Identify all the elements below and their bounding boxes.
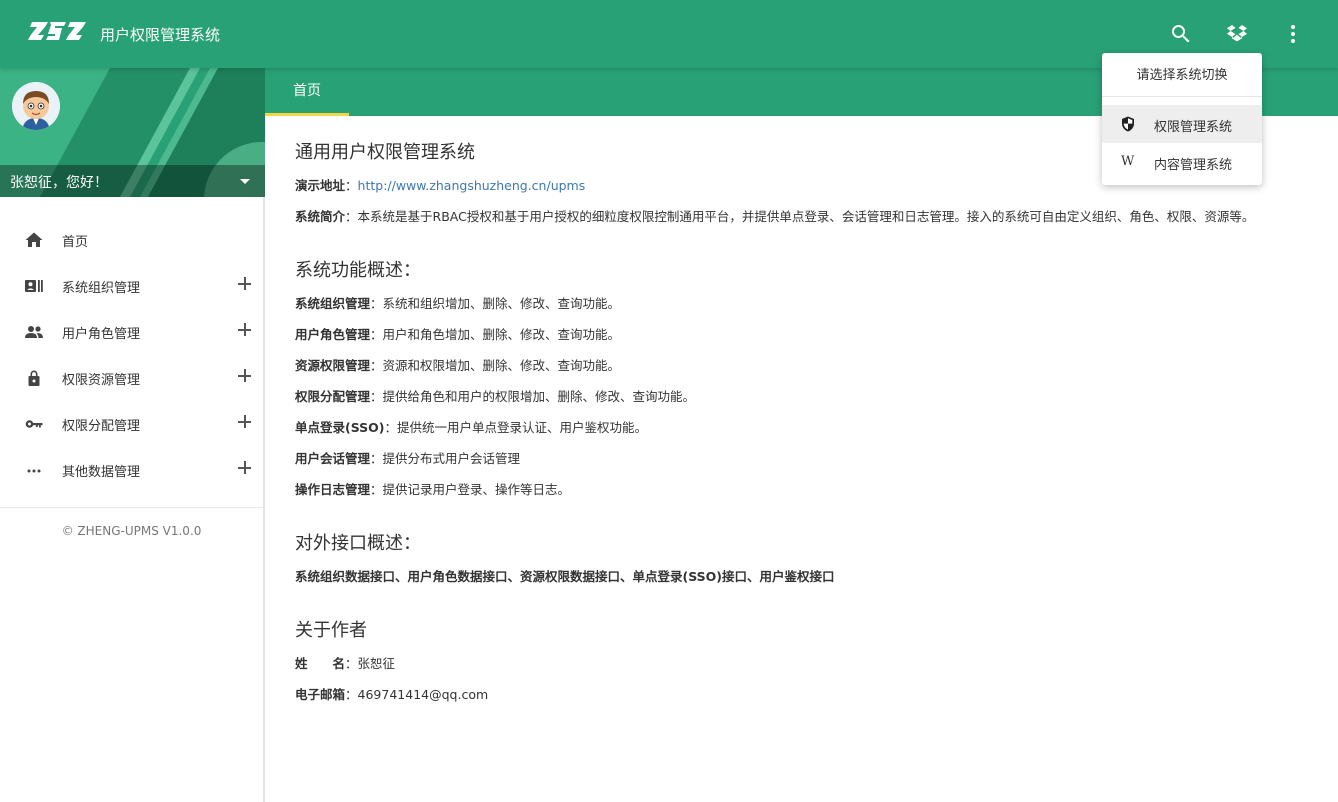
field-label: 演示地址 bbox=[295, 178, 346, 193]
feature-text: 提供记录用户登录、操作等日志。 bbox=[382, 482, 571, 497]
expand-plus-icon[interactable] bbox=[238, 461, 252, 475]
dropdown-item-upms[interactable]: 权限管理系统 bbox=[1102, 105, 1262, 143]
expand-plus-icon[interactable] bbox=[238, 369, 252, 383]
sidebar-item-label: 用户角色管理 bbox=[62, 327, 141, 342]
sidebar-item-label: 首页 bbox=[62, 235, 89, 250]
dropdown-item-label: 权限管理系统 bbox=[1154, 120, 1233, 135]
avatar[interactable] bbox=[12, 82, 60, 130]
org-card-icon bbox=[24, 277, 44, 295]
feature-line: 单点登录(SSO)：提供统一用户单点登录认证、用户鉴权功能。 bbox=[295, 412, 1325, 443]
demo-url-link[interactable]: http://www.zhangshuzheng.cn/upms bbox=[358, 178, 586, 193]
field-label: 电子邮箱 bbox=[295, 687, 346, 702]
sidebar-divider bbox=[0, 507, 263, 508]
sidebar: 张恕征，您好！ 首页 系统组织管理 用户角色管理 权限资源管理 权限分配管理 其… bbox=[0, 68, 265, 802]
author-email: 469741414@qq.com bbox=[357, 687, 489, 702]
features-heading: 系统功能概述： bbox=[295, 260, 421, 281]
separator: ： bbox=[370, 389, 383, 404]
separator: ： bbox=[370, 482, 383, 497]
copyright-text: © ZHENG-UPMS V1.0.0 bbox=[61, 524, 202, 538]
author-email-line: 电子邮箱：469741414@qq.com bbox=[295, 679, 1325, 710]
field-label: 系统组织管理 bbox=[295, 296, 371, 311]
feature-line: 资源权限管理：资源和权限增加、删除、修改、查询功能。 bbox=[295, 350, 1325, 381]
dropdown-item-cms[interactable]: W 内容管理系统 bbox=[1102, 143, 1262, 181]
field-label: 权限分配管理 bbox=[295, 389, 371, 404]
sidebar-item-label: 其他数据管理 bbox=[62, 465, 141, 480]
app-title: 用户权限管理系统 bbox=[100, 26, 221, 44]
separator: ： bbox=[370, 451, 383, 466]
sidebar-item-home[interactable]: 首页 bbox=[0, 217, 263, 263]
feature-text: 资源和权限增加、删除、修改、查询功能。 bbox=[382, 358, 621, 373]
sidebar-item-label: 权限资源管理 bbox=[62, 373, 141, 388]
dropdown-header: 请选择系统切换 bbox=[1102, 53, 1262, 97]
key-icon bbox=[24, 415, 44, 433]
sidebar-item-roles[interactable]: 用户角色管理 bbox=[0, 309, 263, 355]
people-icon bbox=[24, 323, 44, 341]
separator: ： bbox=[370, 358, 383, 373]
field-label: 用户会话管理 bbox=[295, 451, 371, 466]
feature-line: 系统组织管理：系统和组织增加、删除、修改、查询功能。 bbox=[295, 288, 1325, 319]
separator: ： bbox=[345, 178, 358, 193]
author-name: 张恕征 bbox=[357, 656, 396, 671]
more-vert-icon[interactable] bbox=[1281, 22, 1305, 46]
caret-down-icon bbox=[240, 179, 250, 184]
dropbox-icon[interactable] bbox=[1225, 22, 1249, 46]
author-name-line: 姓 名：张恕征 bbox=[295, 648, 1325, 679]
search-icon[interactable] bbox=[1169, 22, 1193, 46]
separator: ： bbox=[345, 209, 358, 224]
user-menu-toggle[interactable]: 张恕征，您好！ bbox=[0, 165, 265, 197]
separator: ： bbox=[345, 656, 358, 671]
tab-home[interactable]: 首页 bbox=[265, 68, 349, 116]
feature-text: 提供统一用户单点登录认证、用户鉴权功能。 bbox=[397, 420, 648, 435]
expand-plus-icon[interactable] bbox=[238, 415, 252, 429]
separator: ： bbox=[345, 687, 358, 702]
shield-icon bbox=[1121, 116, 1135, 132]
tab-home-label: 首页 bbox=[293, 83, 321, 99]
app-logo[interactable] bbox=[28, 22, 86, 44]
system-switch-dropdown: 请选择系统切换 权限管理系统 W 内容管理系统 bbox=[1102, 53, 1262, 185]
dropdown-item-label: 内容管理系统 bbox=[1154, 158, 1233, 173]
sidebar-item-permissions[interactable]: 权限分配管理 bbox=[0, 401, 263, 447]
feature-text: 提供分布式用户会话管理 bbox=[382, 451, 521, 466]
user-greeting: 张恕征，您好！ bbox=[10, 175, 108, 191]
feature-text: 提供给角色和用户的权限增加、删除、修改、查询功能。 bbox=[382, 389, 696, 404]
sidebar-item-resources[interactable]: 权限资源管理 bbox=[0, 355, 263, 401]
feature-line: 用户角色管理：用户和角色增加、删除、修改、查询功能。 bbox=[295, 319, 1325, 350]
api-list: 系统组织数据接口、用户角色数据接口、资源权限数据接口、单点登录(SSO)接口、用… bbox=[295, 569, 835, 584]
sidebar-item-label: 权限分配管理 bbox=[62, 419, 141, 434]
expand-plus-icon[interactable] bbox=[238, 323, 252, 337]
sidebar-menu: 首页 系统组织管理 用户角色管理 权限资源管理 权限分配管理 其他数据管理 bbox=[0, 197, 263, 493]
separator: ： bbox=[370, 296, 383, 311]
author-heading: 关于作者 bbox=[295, 620, 367, 641]
field-label: 系统简介 bbox=[295, 209, 346, 224]
feature-line: 操作日志管理：提供记录用户登录、操作等日志。 bbox=[295, 474, 1325, 505]
lock-icon bbox=[24, 369, 44, 387]
api-line: 系统组织数据接口、用户角色数据接口、资源权限数据接口、单点登录(SSO)接口、用… bbox=[295, 561, 1325, 592]
feature-text: 系统和组织增加、删除、修改、查询功能。 bbox=[382, 296, 621, 311]
field-label: 操作日志管理 bbox=[295, 482, 371, 497]
field-label: 单点登录(SSO) bbox=[295, 420, 385, 435]
field-label: 姓 名 bbox=[295, 656, 346, 671]
expand-plus-icon[interactable] bbox=[238, 277, 252, 291]
intro-text: 本系统是基于RBAC授权和基于用户授权的细粒度权限控制通用平台，并提供单点登录、… bbox=[357, 209, 1255, 224]
field-label: 用户角色管理 bbox=[295, 327, 371, 342]
field-label: 资源权限管理 bbox=[295, 358, 371, 373]
separator: ： bbox=[370, 327, 383, 342]
api-heading: 对外接口概述： bbox=[295, 533, 421, 554]
wikipedia-icon: W bbox=[1121, 154, 1135, 169]
more-horiz-icon bbox=[24, 461, 44, 479]
separator: ： bbox=[384, 420, 398, 435]
sidebar-item-label: 系统组织管理 bbox=[62, 281, 141, 296]
feature-text: 用户和角色增加、删除、修改、查询功能。 bbox=[382, 327, 621, 342]
profile-card: 张恕征，您好！ bbox=[0, 68, 265, 197]
feature-line: 权限分配管理：提供给角色和用户的权限增加、删除、修改、查询功能。 bbox=[295, 381, 1325, 412]
sidebar-item-org[interactable]: 系统组织管理 bbox=[0, 263, 263, 309]
active-tab-indicator bbox=[265, 113, 349, 116]
home-icon bbox=[24, 231, 44, 249]
sidebar-item-other[interactable]: 其他数据管理 bbox=[0, 447, 263, 493]
intro-line: 系统简介：本系统是基于RBAC授权和基于用户授权的细粒度权限控制通用平台，并提供… bbox=[295, 201, 1325, 232]
main-content: 通用用户权限管理系统 演示地址：http://www.zhangshuzheng… bbox=[295, 138, 1325, 710]
feature-line: 用户会话管理：提供分布式用户会话管理 bbox=[295, 443, 1325, 474]
